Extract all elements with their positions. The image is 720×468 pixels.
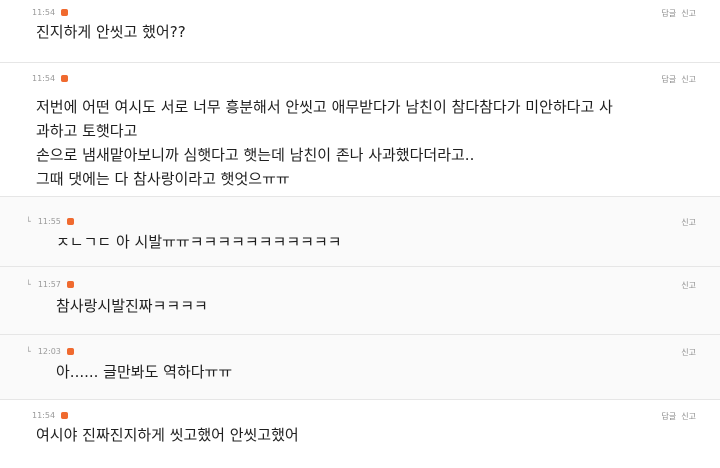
comment-actions: 신고 [681,347,696,358]
comment-actions: 답글 신고 [662,8,696,19]
author-badge-icon [61,9,69,16]
comment-line: 진지하게 안씻고 했어?? [36,23,186,41]
reply-arrow-icon: └ [26,217,31,226]
comment-time: 11:54 [32,411,56,420]
comment-text: 저번에 어떤 여시도 서로 너무 흥분해서 안씻고 애무받다가 남친이 참다참다… [36,95,613,191]
report-button[interactable]: 신고 [681,217,696,228]
comment-meta: 11:54 [32,74,69,83]
comment-line: 과하고 토햇다고 [36,122,138,140]
author-badge-icon [61,412,69,419]
comment-line: 저번에 어떤 여시도 서로 너무 흥분해서 안씻고 애무받다가 남친이 참다참다… [36,98,613,116]
comment-time: 11:54 [32,8,56,17]
comment-actions: 답글 신고 [662,411,696,422]
comment-time: 11:55 [37,217,61,226]
comment-time: 12:03 [37,347,61,356]
comment-line: 손으로 냄새맡아보니까 심햇다고 햇는데 남친이 존나 사과했다더라고.. [36,146,475,164]
comment-time: 11:54 [32,74,56,83]
comment-line: ㅈㄴㄱㄷ 아 시발ㅠㅠㅋㅋㅋㅋㅋㅋㅋㅋㅋㅋㅋ [56,233,342,251]
report-button[interactable]: 신고 [681,280,696,291]
comment-line: 그때 댓에는 다 참사랑이라고 햇엇으ㅠㅠ [36,170,290,188]
comment-list: 11:54 답글 신고 진지하게 안씻고 했어?? 11:54 답글 신고 저번… [0,0,720,468]
comment-item: 11:54 답글 신고 여시야 진짜진지하게 씻고했어 안씻고했어 [0,400,720,468]
reply-item: └ 12:03 신고 아...... 글만봐도 역하다ㅠㅠ [0,335,720,400]
author-badge-icon [66,218,74,225]
comment-actions: 신고 [681,280,696,291]
comment-meta: └ 12:03 [26,347,74,356]
reply-arrow-icon: └ [26,347,31,356]
author-badge-icon [66,348,74,355]
comment-meta: └ 11:55 [26,217,74,226]
comment-actions: 신고 [681,217,696,228]
comment-time: 11:57 [37,280,61,289]
comment-meta: └ 11:57 [26,280,74,289]
reply-item: └ 11:55 신고 ㅈㄴㄱㄷ 아 시발ㅠㅠㅋㅋㅋㅋㅋㅋㅋㅋㅋㅋㅋ [0,197,720,267]
report-button[interactable]: 신고 [681,8,696,19]
reply-button[interactable]: 답글 [662,74,677,85]
report-button[interactable]: 신고 [681,347,696,358]
comment-actions: 답글 신고 [662,74,696,85]
author-badge-icon [66,281,74,288]
comment-text: 진지하게 안씻고 했어?? [36,22,186,43]
comment-text: 아...... 글만봐도 역하다ㅠㅠ [56,362,232,383]
reply-item: └ 11:57 신고 참사랑시발진짜ㅋㅋㅋㅋ [0,267,720,335]
report-button[interactable]: 신고 [681,411,696,422]
author-badge-icon [61,75,69,82]
comment-meta: 11:54 [32,8,69,17]
comment-text: 여시야 진짜진지하게 씻고했어 안씻고했어 [36,425,299,446]
comment-meta: 11:54 [32,411,69,420]
report-button[interactable]: 신고 [681,74,696,85]
comment-item: 11:54 답글 신고 진지하게 안씻고 했어?? [0,0,720,63]
comment-line: 참사랑시발진짜ㅋㅋㅋㅋ [56,297,208,315]
comment-line: 아...... 글만봐도 역하다ㅠㅠ [56,363,233,381]
comment-text: ㅈㄴㄱㄷ 아 시발ㅠㅠㅋㅋㅋㅋㅋㅋㅋㅋㅋㅋㅋ [56,232,342,253]
reply-arrow-icon: └ [26,280,31,289]
reply-button[interactable]: 답글 [662,411,677,422]
comment-item: 11:54 답글 신고 저번에 어떤 여시도 서로 너무 흥분해서 안씻고 애무… [0,63,720,197]
comment-text: 참사랑시발진짜ㅋㅋㅋㅋ [56,296,208,317]
reply-button[interactable]: 답글 [662,8,677,19]
comment-line: 여시야 진짜진지하게 씻고했어 안씻고했어 [36,426,299,444]
